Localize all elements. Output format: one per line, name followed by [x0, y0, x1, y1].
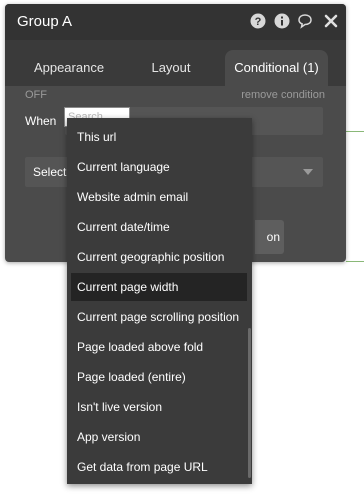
when-label: When — [25, 114, 57, 128]
tab-bar: Appearance Layout Conditional (1) — [5, 40, 346, 86]
dropdown-item[interactable]: Current date/time — [71, 213, 247, 241]
tab-conditional[interactable]: Conditional (1) — [225, 50, 328, 86]
dropdown-item[interactable]: This url — [71, 123, 247, 151]
canvas-guide-line-top — [346, 131, 364, 132]
action-button[interactable]: on — [255, 220, 284, 254]
select-label: Select — [33, 165, 67, 179]
dropdown-item[interactable]: Website admin email — [71, 183, 247, 211]
close-icon[interactable] — [323, 13, 339, 29]
panel-header: Group A ? — [5, 4, 346, 40]
tab-appearance[interactable]: Appearance — [17, 50, 121, 86]
info-icon[interactable] — [274, 13, 290, 29]
dropdown-item[interactable]: Current page width — [71, 273, 247, 301]
help-icon[interactable]: ? — [250, 13, 266, 29]
tab-layout[interactable]: Layout — [129, 50, 213, 86]
chevron-down-icon — [303, 169, 313, 175]
comment-icon[interactable] — [297, 13, 313, 29]
svg-text:?: ? — [255, 16, 262, 28]
dropdown-item[interactable]: Current language — [71, 153, 247, 181]
panel-title: Group A — [17, 13, 73, 30]
dropdown-item[interactable]: Isn't live version — [71, 393, 247, 421]
dropdown-item[interactable]: Page loaded (entire) — [71, 363, 247, 391]
data-source-dropdown: This url Current language Website admin em… — [67, 118, 252, 484]
dropdown-item[interactable]: Page loaded above fold — [71, 333, 247, 361]
dropdown-item[interactable]: Get data from page URL — [71, 453, 247, 481]
remove-condition-link[interactable]: remove condition — [241, 89, 325, 101]
canvas-guide-line-bottom — [346, 261, 364, 262]
dropdown-scrollbar[interactable] — [248, 328, 251, 478]
condition-status: OFF — [25, 89, 47, 101]
dropdown-item[interactable]: Current page scrolling position — [71, 303, 247, 331]
dropdown-item[interactable]: Current geographic position — [71, 243, 247, 271]
dropdown-item[interactable]: App version — [71, 423, 247, 451]
